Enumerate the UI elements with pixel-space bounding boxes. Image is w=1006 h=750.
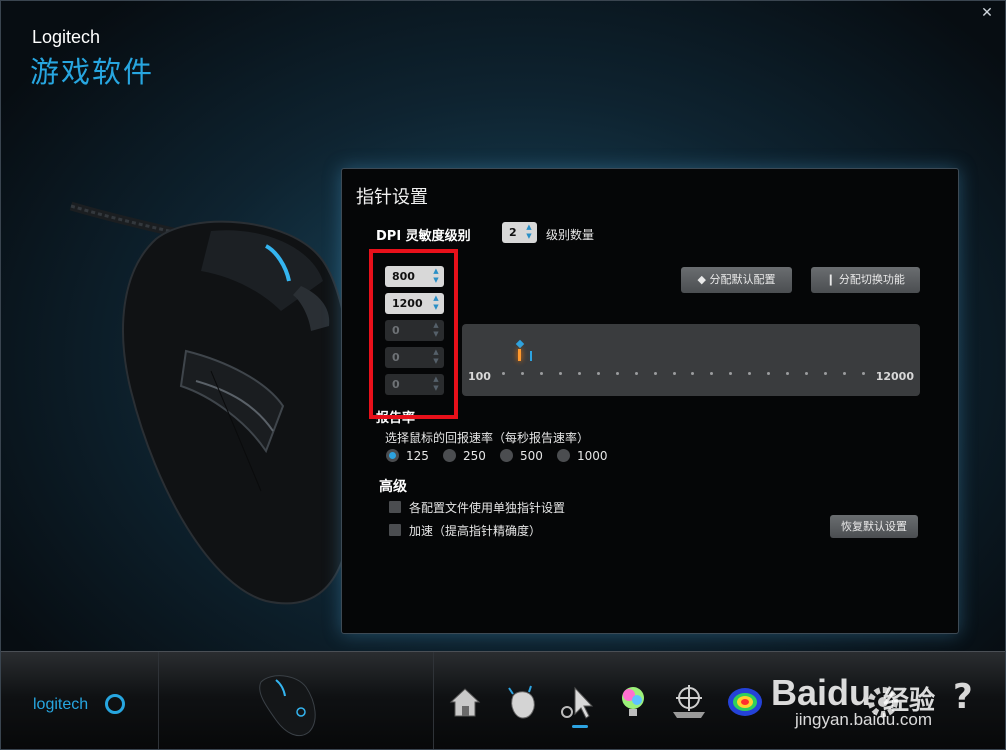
slider-tick (634, 372, 638, 375)
watermark-brand-start: Bai (771, 672, 828, 713)
watermark-brand: Baidu (771, 672, 871, 714)
slider-min-label: 100 (468, 370, 491, 383)
slider-tick (691, 372, 695, 375)
checkbox-label: 加速（提高指针精确度） (409, 524, 542, 538)
slider-tick (502, 372, 505, 375)
slider-tick (520, 372, 524, 375)
radio-circle (443, 449, 456, 462)
radio-label: 500 (520, 449, 543, 463)
panel-title: 指针设置 (356, 187, 428, 208)
checkbox-box[interactable] (389, 501, 401, 513)
checkbox-label: 各配置文件使用单独指针设置 (409, 501, 566, 515)
watermark-url: jingyan.baidu.com (795, 710, 933, 729)
radio-label: 1000 (577, 449, 608, 463)
dpi-marker-800[interactable] (518, 349, 521, 361)
dpi-marker-1200[interactable] (530, 351, 532, 361)
divider (433, 652, 434, 749)
heatmap-icon[interactable] (725, 682, 765, 722)
slider-tick (653, 372, 657, 375)
slider-tick (710, 372, 714, 375)
radio-label: 250 (463, 449, 486, 463)
radio-circle (557, 449, 570, 462)
slider-tick (558, 372, 562, 375)
slider-max-label: 12000 (875, 370, 914, 383)
radio-circle (500, 449, 513, 462)
slider-tick (824, 372, 828, 375)
slider-tick (729, 372, 733, 375)
assign-shift-button[interactable]: ❙ 分配切换功能 (811, 267, 920, 293)
slider-tick (672, 372, 676, 375)
app-window: ✕ Logitech 游戏软件 指针设置 DPI 灵敏度级别 2 ▲ ▼ 级别数量… (0, 0, 1006, 750)
divider (158, 652, 159, 749)
assign-default-button[interactable]: ◆ 分配默认配置 (681, 267, 792, 293)
slider-tick (615, 372, 619, 375)
slider-tick (539, 372, 543, 375)
watermark-brand-mid: du (827, 672, 872, 713)
pointer-settings-icon[interactable] (557, 682, 597, 722)
surface-tuning-icon[interactable] (669, 682, 709, 722)
chevron-up-icon[interactable]: ▲ (524, 223, 534, 232)
level-count-value: 2 (509, 226, 517, 239)
logitech-g-icon (105, 694, 125, 714)
highlight-box (369, 249, 458, 419)
level-count-label: 级别数量 (546, 228, 595, 242)
slider-tick (843, 372, 847, 375)
device-thumbnail[interactable] (251, 662, 331, 742)
radio-circle (386, 449, 399, 462)
slider-tick (862, 372, 865, 375)
dpi-slider[interactable]: 100 12000 (462, 324, 920, 396)
report-rate-description: 选择鼠标的回报速率（每秒报告速率） (385, 431, 590, 445)
level-count-stepper[interactable]: 2 ▲ ▼ (502, 222, 537, 243)
brand-name: Logitech (32, 27, 101, 47)
slider-tick (577, 372, 581, 375)
advanced-label: 高级 (379, 479, 407, 495)
close-icon[interactable]: ✕ (979, 5, 995, 21)
slider-tick (786, 372, 790, 375)
slider-tick (767, 372, 771, 375)
mouse-buttons-icon[interactable] (501, 682, 541, 722)
product-title: 游戏软件 (30, 55, 155, 89)
home-icon[interactable] (445, 682, 485, 722)
help-icon[interactable]: ? (953, 677, 973, 717)
slider-tick (596, 372, 600, 375)
logitech-logo: logitech (33, 696, 89, 713)
dpi-sensitivity-label: DPI 灵敏度级别 (376, 229, 471, 244)
checkbox-box[interactable] (389, 524, 401, 536)
slider-tick (748, 372, 752, 375)
lighting-icon[interactable] (613, 682, 653, 722)
chevron-down-icon[interactable]: ▼ (524, 232, 534, 241)
active-tab-indicator (572, 725, 588, 728)
slider-tick (805, 372, 809, 375)
slider-track (502, 372, 865, 376)
radio-label: 125 (406, 449, 429, 463)
stepper-arrows[interactable]: ▲ ▼ (524, 223, 534, 242)
default-marker-icon (515, 339, 525, 349)
restore-defaults-button[interactable]: 恢复默认设置 (830, 515, 918, 538)
bottom-toolbar: logitech Baidu 经验 jingyan.baidu.com ? (1, 651, 1005, 749)
